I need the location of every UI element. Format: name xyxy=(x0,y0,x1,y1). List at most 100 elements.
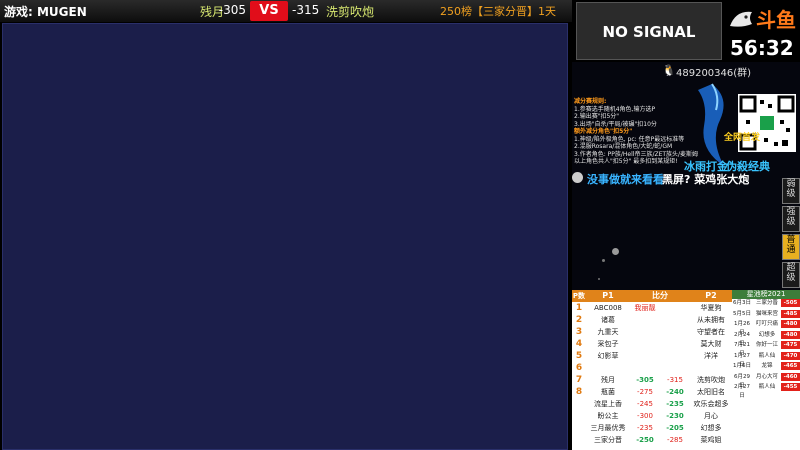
history-name: 叮叮只痛 xyxy=(755,321,778,327)
table-cell-d: 莫大财 xyxy=(700,340,722,348)
table-row: 流星上香 -245 -235 欢乐会超多 xyxy=(572,399,732,410)
history-row: 1月27日 瓶人仙 -470 xyxy=(732,351,800,368)
table-cell-num: 6 xyxy=(575,363,583,373)
table-cell-num: 1 xyxy=(575,303,583,313)
player1-score: -305 xyxy=(218,3,246,17)
table-cell-num: 5 xyxy=(575,351,583,361)
history-score: -480 xyxy=(781,320,800,328)
camera-no-signal: NO SIGNAL xyxy=(576,2,722,60)
history-title: 星池榜2021 xyxy=(732,290,800,299)
table-cell-d: 守望者在 xyxy=(697,328,725,336)
table-cell-d: 幻想多 xyxy=(700,424,722,432)
qq-group-number: 489200346(群) xyxy=(676,68,752,79)
level-buttons: 弱级 强级 普通 超级 xyxy=(782,178,800,290)
table-row: 5 幻影草 洋洋 xyxy=(572,351,732,362)
qr-code xyxy=(738,94,796,152)
rule-line: 2.混服Rosara/混体角色/大蛇/蛇/GM xyxy=(574,143,673,150)
chat-avatar xyxy=(572,172,583,183)
rule-line: 1.神级/陷外极角色, pc: 任意P最远标准等 xyxy=(574,135,685,143)
header-p2: P2 xyxy=(705,291,717,300)
table-cell-c: -240 xyxy=(666,388,684,396)
header-score: 比分 xyxy=(652,291,668,300)
history-score: -475 xyxy=(781,341,800,349)
table-row: 三家分晋 -250 -285 菜鸡姐 xyxy=(572,435,732,446)
table-row: 1 ABC008 我丽靓 华夏狗 xyxy=(572,303,732,314)
dragon-artwork xyxy=(690,80,734,170)
super-level-button[interactable]: 超级 xyxy=(782,262,800,288)
table-row: 3 九重天 守望者在 xyxy=(572,327,732,338)
rank-info: 250榜【三家分晋】1天 xyxy=(440,5,556,18)
history-row: 1月26日 叮叮只痛 -480 xyxy=(732,320,800,336)
player2-score: -315 xyxy=(292,3,320,17)
history-score: -505 xyxy=(781,299,800,307)
table-cell-a: 幻影草 xyxy=(597,352,619,360)
star-dot xyxy=(598,278,600,280)
strong-level-button[interactable]: 强级 xyxy=(782,206,800,232)
chat-message: 黑屏? 菜鸡张大炮 xyxy=(662,173,750,186)
table-cell-a: ABC008 xyxy=(594,304,622,312)
history-row: 2月24日 幻想多 -480 xyxy=(732,330,800,347)
stream-timer: 56:32 xyxy=(730,36,794,60)
table-cell-a: 盼公主 xyxy=(597,412,619,420)
history-row: 5月5日 猫咪来宫 -485 xyxy=(732,309,800,319)
table-cell-num: 7 xyxy=(575,375,583,385)
rule-line: 3.作者角色: PP族/Hell帝三族/ZET族头/麦斯姆 xyxy=(574,150,699,158)
table-cell-b: -235 xyxy=(637,424,653,432)
table-cell-b: -245 xyxy=(637,400,653,408)
history-name: 你好一江 xyxy=(755,342,778,348)
table-row: 8 瓶菌 -275 -240 太阳旧名 xyxy=(572,387,732,398)
table-cell-a: 残月 xyxy=(601,376,615,384)
player2-name: 洗剪吹炮 xyxy=(326,5,375,19)
table-cell-num: 8 xyxy=(575,387,583,397)
normal-level-button[interactable]: 普通 xyxy=(782,234,800,260)
table-cell-d: 太阳旧名 xyxy=(697,388,725,396)
rule-line: 1.参赛选手随机4角色,输方选P xyxy=(574,105,656,113)
rule-line: 2.输出赛"扣5分" xyxy=(574,113,620,120)
table-row: 6 xyxy=(572,363,732,374)
table-row: 盼公主 -300 -230 月心 xyxy=(572,411,732,422)
rule-line: 3.出场"自杀/平局/被碾"扣10分 xyxy=(574,120,657,128)
rules-title: 减分赛规则: xyxy=(574,98,607,105)
weak-level-button[interactable]: 弱级 xyxy=(782,178,800,204)
table-cell-a: 九重天 xyxy=(597,328,619,336)
chat-message: 没事做就来看看 xyxy=(587,173,664,186)
table-cell-b: -305 xyxy=(636,376,654,384)
rule-line: 额外减分角色"扣5分" xyxy=(574,128,633,135)
table-cell-d: 月心 xyxy=(704,412,718,420)
history-score: -480 xyxy=(781,330,800,339)
header-p1: P1 xyxy=(602,291,614,300)
table-cell-c: -205 xyxy=(666,424,684,432)
table-cell-num: 4 xyxy=(575,339,583,349)
table-cell-a: 流星上香 xyxy=(594,400,622,408)
history-name: 龙锦 xyxy=(761,363,773,369)
slogan-first-release: 全网首发 xyxy=(724,133,761,143)
table-cell-d: 华夏狗 xyxy=(700,304,722,312)
history-score: -465 xyxy=(781,362,800,370)
table-cell-num: 2 xyxy=(575,315,583,325)
table-row: 7 残月 -305 -315 洗剪吹炮 xyxy=(572,375,732,386)
star-dot xyxy=(612,248,619,255)
table-cell-c: -235 xyxy=(666,400,684,408)
table-cell-d: 菜鸡姐 xyxy=(700,436,722,444)
table-row: 2 诸葛 从未拥有 xyxy=(572,315,732,326)
vs-badge: VS xyxy=(250,1,288,21)
history-name: 三家分晋 xyxy=(755,300,778,306)
game-viewport[interactable] xyxy=(2,23,568,450)
history-score: -460 xyxy=(781,372,800,381)
history-date: 5月5日 xyxy=(733,310,751,317)
table-cell-d: 欢乐会超多 xyxy=(693,400,729,408)
brand-name: 斗鱼 xyxy=(756,8,796,32)
history-name: 幻想多 xyxy=(758,331,776,338)
history-score: -485 xyxy=(781,309,800,318)
history-name: 月心大可 xyxy=(755,373,778,380)
table-cell-a: 瓶菌 xyxy=(601,388,615,396)
table-cell-d: 洗剪吹炮 xyxy=(697,376,725,384)
table-cell-a: 三家分晋 xyxy=(594,436,622,444)
history-row: 7月21日 你好一江 -475 xyxy=(732,341,800,357)
table-cell-c: -285 xyxy=(667,436,683,444)
table-cell-num: 3 xyxy=(575,327,583,337)
table-header: P数 P1 比分 P2 xyxy=(572,290,732,302)
star-dot xyxy=(602,259,605,262)
table-body: 1 ABC008 我丽靓 华夏狗 2 诸葛 从未拥有 3 九重天 守望者在 4 采包子 莫大财 5 幻影草 洋… xyxy=(572,303,732,450)
history-score: -455 xyxy=(781,383,800,391)
